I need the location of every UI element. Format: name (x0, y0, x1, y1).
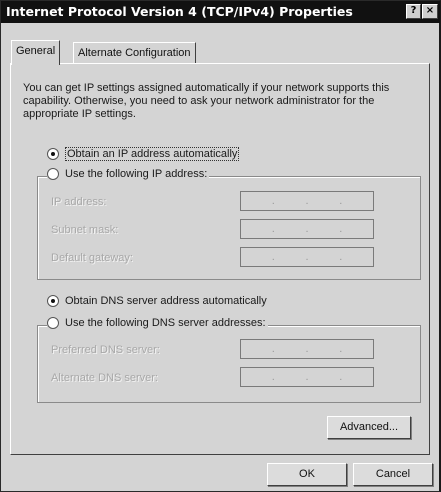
octet-separator: . (271, 223, 275, 235)
radio-indicator (47, 168, 59, 180)
use-following-ip-label: Use the following IP address: (65, 168, 208, 180)
default-gateway-label: Default gateway: (51, 252, 133, 264)
obtain-dns-auto-label: Obtain DNS server address automatically (65, 295, 267, 307)
octet-separator: . (339, 251, 343, 263)
ip-address-input[interactable]: . . . (240, 191, 374, 211)
default-gateway-input[interactable]: . . . (240, 247, 374, 267)
octet-separator: . (339, 343, 343, 355)
tab-general[interactable]: General (11, 40, 61, 65)
alternate-dns-input[interactable]: . . . (240, 367, 374, 387)
advanced-button[interactable]: Advanced... (327, 416, 411, 439)
use-following-dns-label: Use the following DNS server addresses: (65, 317, 266, 329)
radio-indicator (47, 295, 59, 307)
general-tab-panel: You can get IP settings assigned automat… (10, 63, 430, 455)
octet-separator: . (339, 371, 343, 383)
obtain-dns-auto-radio[interactable]: Obtain DNS server address automatically (47, 295, 267, 307)
octet-separator: . (339, 195, 343, 207)
cancel-button[interactable]: Cancel (353, 463, 433, 486)
subnet-mask-label: Subnet mask: (51, 224, 119, 236)
octet-separator: . (305, 251, 309, 263)
help-button[interactable]: ? (406, 4, 421, 19)
octet-separator: . (305, 343, 309, 355)
octet-separator: . (271, 195, 275, 207)
intro-text: You can get IP settings assigned automat… (23, 82, 390, 120)
octet-separator: . (305, 195, 309, 207)
ipv4-properties-dialog: Internet Protocol Version 4 (TCP/IPv4) P… (0, 0, 441, 492)
radio-indicator (47, 148, 59, 160)
octet-separator: . (271, 371, 275, 383)
octet-separator: . (305, 223, 309, 235)
ip-address-label: IP address: (51, 196, 107, 208)
octet-separator: . (305, 371, 309, 383)
use-following-ip-radio[interactable]: Use the following IP address: (47, 168, 210, 180)
obtain-ip-auto-label: Obtain an IP address automatically (65, 147, 240, 161)
octet-separator: . (339, 223, 343, 235)
preferred-dns-label: Preferred DNS server: (51, 344, 160, 356)
octet-separator: . (271, 343, 275, 355)
title-bar[interactable]: Internet Protocol Version 4 (TCP/IPv4) P… (1, 1, 440, 23)
dns-server-group (37, 325, 421, 403)
preferred-dns-input[interactable]: . . . (240, 339, 374, 359)
octet-separator: . (271, 251, 275, 263)
radio-indicator (47, 317, 59, 329)
alternate-dns-label: Alternate DNS server: (51, 372, 158, 384)
ok-button[interactable]: OK (267, 463, 347, 486)
use-following-dns-radio[interactable]: Use the following DNS server addresses: (47, 317, 268, 329)
window-title: Internet Protocol Version 4 (TCP/IPv4) P… (6, 4, 353, 19)
close-button[interactable]: × (422, 4, 438, 19)
obtain-ip-auto-radio[interactable]: Obtain an IP address automatically (47, 147, 240, 161)
tab-alternate-configuration[interactable]: Alternate Configuration (73, 42, 196, 64)
subnet-mask-input[interactable]: . . . (240, 219, 374, 239)
